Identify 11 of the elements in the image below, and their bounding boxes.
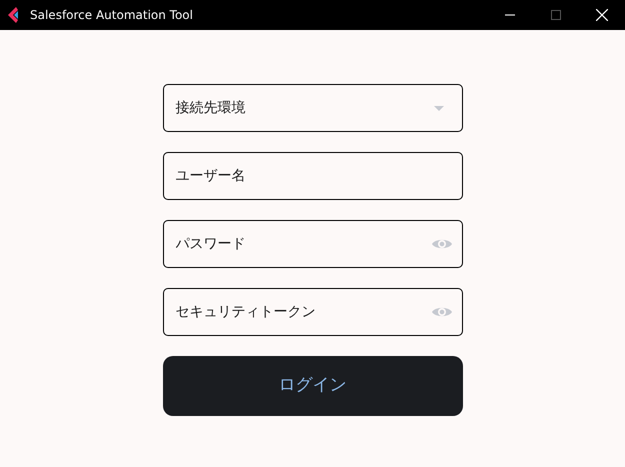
password-field[interactable]: パスワード: [162, 220, 462, 268]
environment-dropdown[interactable]: 接続先環境: [162, 84, 462, 132]
maximize-icon: [551, 10, 561, 20]
close-icon: [596, 9, 608, 21]
input-field[interactable]: ユーザー名: [162, 152, 462, 200]
window-title: Salesforce Automation Tool: [30, 7, 193, 24]
login-button[interactable]: ログイン: [162, 356, 462, 416]
password-field[interactable]: セキュリティトークン: [162, 288, 462, 336]
show-password-icon[interactable]: [430, 305, 452, 319]
dropdown-caret-icon: [434, 106, 444, 110]
show-password-icon[interactable]: [430, 237, 452, 251]
